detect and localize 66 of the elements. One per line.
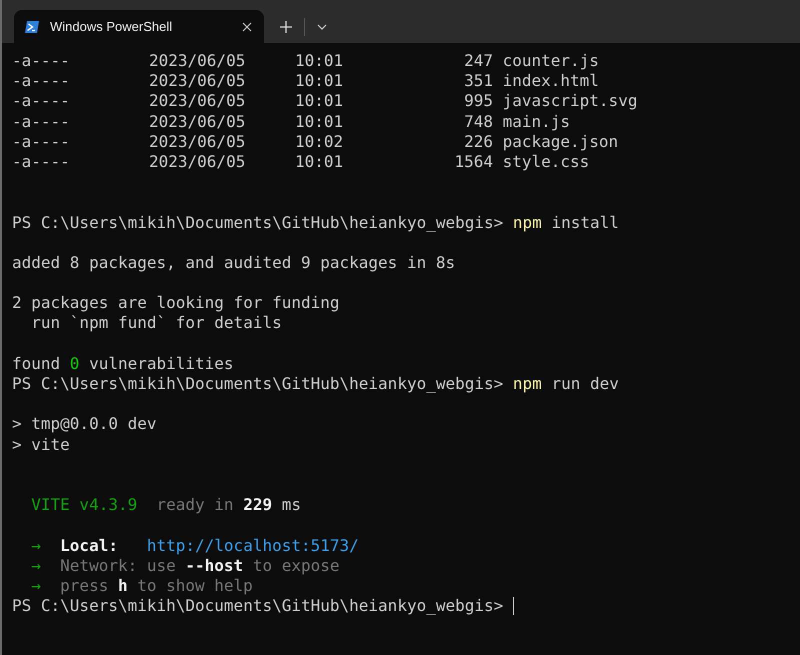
count-text: 0 <box>70 354 80 374</box>
output-text: found <box>12 354 60 374</box>
file-time: 10:02 <box>295 132 344 152</box>
chevron-down-icon[interactable] <box>317 24 327 30</box>
file-mode: -a---- <box>12 71 71 92</box>
command-text: npm <box>512 374 542 394</box>
file-name: style.css <box>502 152 590 172</box>
command-text: npm <box>512 212 542 233</box>
file-date: 2023/06/05 <box>149 71 246 92</box>
hint-text: to expose <box>252 556 340 576</box>
output-text: > tmp@0.0.0 dev <box>12 414 156 435</box>
file-size: 748 <box>463 112 493 132</box>
output-text: PS C:\Users\mikih\Documents\GitHub\heiankyo_webgis> <box>12 596 504 616</box>
output-text: run `npm fund` for details <box>30 313 282 334</box>
file-mode: -a---- <box>12 132 71 152</box>
plus-icon[interactable] <box>280 21 292 33</box>
file-size: 226 <box>463 132 493 152</box>
terminal-icon <box>24 18 40 34</box>
file-date: 2023/06/05 <box>149 91 246 112</box>
terminal-tab[interactable]: Windows PowerShell <box>14 10 264 43</box>
output-text: install <box>551 212 619 233</box>
file-mode: -a---- <box>12 152 71 172</box>
file-mode: -a---- <box>12 51 71 72</box>
output-text: ms <box>282 495 301 516</box>
output-text: > vite <box>12 434 70 455</box>
arrow-icon: → <box>12 536 41 556</box>
file-size: 351 <box>463 71 493 92</box>
file-date: 2023/06/05 <box>149 152 246 172</box>
tab-title: Windows PowerShell <box>50 19 174 34</box>
hint-text: Network: use <box>59 556 176 576</box>
file-time: 10:01 <box>295 112 344 132</box>
file-mode: -a---- <box>12 91 71 112</box>
output-text: run dev <box>551 374 619 394</box>
file-time: 10:01 <box>295 152 344 172</box>
file-size: 247 <box>463 51 493 72</box>
file-size: 995 <box>463 91 493 112</box>
file-time: 10:01 <box>295 51 344 72</box>
hint-text: to show help <box>137 576 253 596</box>
file-date: 2023/06/05 <box>149 132 246 152</box>
file-mode: -a---- <box>12 112 71 132</box>
value-text: --host <box>185 556 244 576</box>
file-date: 2023/06/05 <box>149 112 246 132</box>
output-text: vulnerabilities <box>89 354 234 374</box>
file-name: javascript.svg <box>502 91 638 112</box>
version-text: VITE v4.3.9 <box>30 495 138 516</box>
output-text: PS C:\Users\mikih\Documents\GitHub\heiankyo_webgis> <box>12 212 504 233</box>
output-text: PS C:\Users\mikih\Documents\GitHub\heiankyo_webgis> <box>12 374 504 394</box>
hint-text: press <box>59 576 108 596</box>
file-size: 1564 <box>453 152 493 172</box>
arrow-icon: → <box>12 556 41 576</box>
file-time: 10:01 <box>295 71 344 92</box>
hint-text: ready in <box>155 495 234 516</box>
value-text: 229 <box>243 495 272 516</box>
value-text: h <box>118 576 128 596</box>
value-text: Local: <box>59 536 118 556</box>
file-name: index.html <box>502 71 599 92</box>
file-name: package.json <box>502 132 618 152</box>
file-name: counter.js <box>502 51 599 72</box>
arrow-icon: → <box>12 576 41 596</box>
url-link[interactable]: http://localhost:5173/ <box>128 536 359 556</box>
close-icon[interactable] <box>242 22 252 32</box>
output-text: added 8 packages, and audited 9 packages in 8s <box>12 252 456 274</box>
output-text: 2 packages are looking for funding <box>12 293 340 314</box>
file-time: 10:01 <box>295 91 344 112</box>
file-date: 2023/06/05 <box>149 51 246 72</box>
file-name: main.js <box>502 112 570 132</box>
